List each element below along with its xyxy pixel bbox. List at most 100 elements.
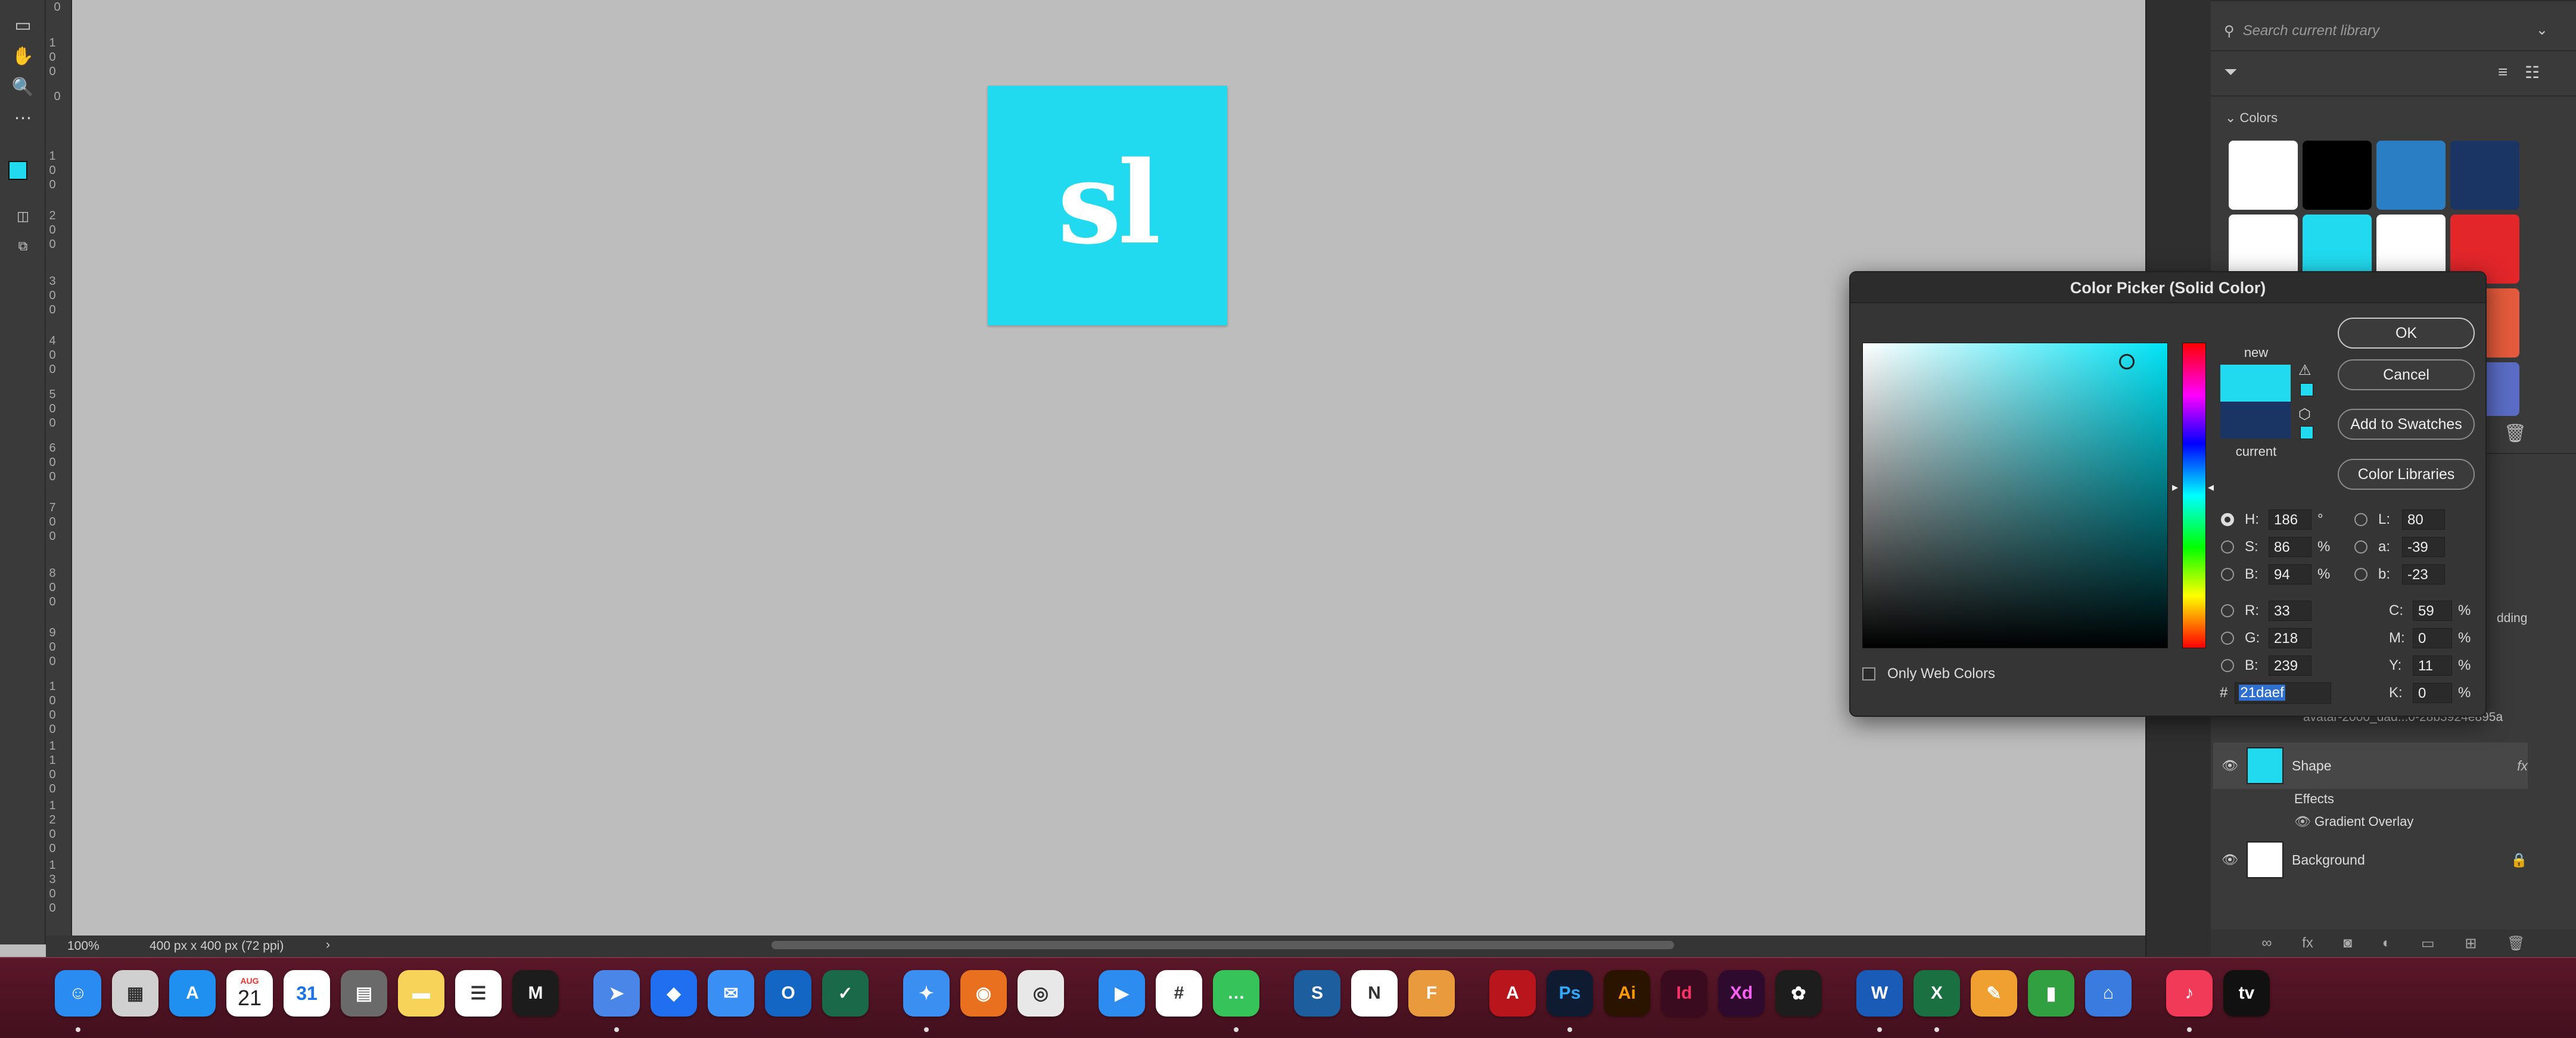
red-input[interactable]: 33: [2269, 601, 2311, 621]
dock-mail-icon[interactable]: ✉: [708, 970, 754, 1017]
dock-notion-icon[interactable]: N: [1351, 970, 1398, 1017]
filter-icon[interactable]: ⏷: [2224, 63, 2237, 82]
lab-l-input[interactable]: 80: [2402, 509, 2445, 530]
cyan-input[interactable]: 59: [2413, 601, 2452, 621]
ok-button[interactable]: OK: [2338, 318, 2475, 349]
hue-input[interactable]: 186: [2269, 509, 2311, 530]
layer-shape[interactable]: 👁 Shape fx: [2213, 742, 2528, 789]
dock-numbers-icon[interactable]: ▮: [2028, 970, 2074, 1017]
dock-mimestream-icon[interactable]: M: [512, 970, 559, 1017]
lab-l-radio[interactable]: [2354, 513, 2367, 526]
lab-a-input[interactable]: -39: [2402, 537, 2445, 557]
saturation-brightness-field[interactable]: [1862, 343, 2168, 648]
more-tools-icon[interactable]: ⋯: [10, 105, 36, 132]
dock-firefox-icon[interactable]: ◉: [960, 970, 1007, 1017]
current-color-swatch[interactable]: [2220, 402, 2291, 439]
dock-indesign-icon[interactable]: Id: [1661, 970, 1707, 1017]
blue-radio[interactable]: [2221, 659, 2234, 672]
list-view-icon[interactable]: ☷: [2525, 63, 2540, 82]
zoom-level[interactable]: 100%: [67, 939, 99, 953]
dock-calculator-icon[interactable]: ▤: [341, 970, 387, 1017]
black-input[interactable]: 0: [2413, 683, 2452, 703]
dock-app-store-icon[interactable]: A: [169, 970, 216, 1017]
library-search[interactable]: ⚲ Search current library ⌄: [2224, 18, 2548, 44]
dock-safari-icon[interactable]: ✦: [903, 970, 950, 1017]
hand-tool-icon[interactable]: ✋: [10, 43, 36, 70]
dock-dropbox-icon[interactable]: ◆: [651, 970, 697, 1017]
sort-icon[interactable]: ≡: [2498, 63, 2507, 82]
dock-reminders-icon[interactable]: ☰: [455, 970, 502, 1017]
dock-word-icon[interactable]: W: [1856, 970, 1903, 1017]
library-swatch[interactable]: [2303, 141, 2372, 210]
adjustment-icon[interactable]: ◐: [2382, 935, 2391, 952]
dock-figma-icon[interactable]: ✿: [1775, 970, 1822, 1017]
dock-calendar-icon[interactable]: AUG 21: [226, 970, 273, 1017]
layer-effect-gradient-overlay[interactable]: 👁 Gradient Overlay: [2294, 814, 2413, 829]
horizontal-scrollbar[interactable]: [771, 941, 1674, 949]
hue-slider-handle-right[interactable]: ◂: [2208, 480, 2214, 495]
fx-icon[interactable]: fx: [2302, 935, 2313, 952]
green-input[interactable]: 218: [2269, 628, 2311, 648]
artwork-shape[interactable]: sl: [988, 86, 1227, 325]
magenta-input[interactable]: 0: [2413, 628, 2452, 648]
only-web-colors-option[interactable]: Only Web Colors: [1862, 666, 1995, 682]
chevron-down-icon[interactable]: ⌄: [2536, 21, 2548, 39]
mask-icon[interactable]: ◙: [2344, 935, 2353, 952]
dock-notes-icon[interactable]: ▬: [398, 970, 444, 1017]
dock-excel-icon[interactable]: X: [1914, 970, 1960, 1017]
trash-icon[interactable]: 🗑: [2504, 424, 2527, 443]
quick-mask-icon[interactable]: ◫: [10, 203, 36, 229]
eye-icon[interactable]: 👁: [2294, 814, 2314, 829]
color-cursor[interactable]: [2119, 354, 2135, 369]
red-radio[interactable]: [2221, 604, 2234, 617]
dock-messages-icon[interactable]: …: [1213, 970, 1259, 1017]
library-swatch[interactable]: [2376, 141, 2446, 210]
only-web-colors-checkbox[interactable]: [1862, 667, 1875, 680]
library-swatch[interactable]: [2229, 141, 2298, 210]
dock-pages-pen-icon[interactable]: ✎: [1971, 970, 2017, 1017]
folder-icon[interactable]: ▭: [2421, 935, 2435, 952]
dock-maps-arrow-icon[interactable]: ➤: [593, 970, 640, 1017]
brightness-input[interactable]: 94: [2269, 564, 2311, 585]
colors-section-label[interactable]: ⌄ Colors: [2225, 110, 2278, 126]
lock-icon[interactable]: 🔒: [2510, 852, 2528, 868]
yellow-input[interactable]: 11: [2413, 655, 2452, 676]
gamut-correction-swatch[interactable]: [2300, 383, 2313, 396]
eye-icon[interactable]: 👁: [2213, 758, 2247, 773]
dock-google-calendar-icon[interactable]: 31: [284, 970, 330, 1017]
cancel-button[interactable]: Cancel: [2338, 359, 2475, 390]
hue-radio[interactable]: [2221, 513, 2234, 526]
saturation-input[interactable]: 86: [2269, 537, 2311, 557]
brightness-radio[interactable]: [2221, 568, 2234, 581]
dock-sketchup-icon[interactable]: S: [1294, 970, 1340, 1017]
dock-keynote-icon[interactable]: ⌂: [2085, 970, 2132, 1017]
lab-b-radio[interactable]: [2354, 568, 2367, 581]
status-menu-arrow[interactable]: ›: [326, 938, 330, 952]
saturation-radio[interactable]: [2221, 540, 2234, 554]
dock-launchpad-icon[interactable]: ▦: [112, 970, 158, 1017]
dock-finder-icon[interactable]: ☺: [55, 970, 101, 1017]
green-radio[interactable]: [2221, 632, 2234, 645]
dock-music-icon[interactable]: ♪: [2166, 970, 2213, 1017]
dock-zoom-icon[interactable]: ▶: [1099, 970, 1145, 1017]
zoom-tool-icon[interactable]: 🔍: [10, 74, 36, 101]
web-safe-swatch[interactable]: [2300, 426, 2313, 439]
dock-vectorworks-icon[interactable]: ✓: [822, 970, 869, 1017]
rectangle-tool-icon[interactable]: ▭: [10, 12, 36, 39]
dock-photoshop-icon[interactable]: Ps: [1547, 970, 1593, 1017]
hue-slider[interactable]: [2182, 343, 2206, 648]
trash-icon[interactable]: 🗑: [2507, 935, 2525, 952]
hue-slider-handle-left[interactable]: ▸: [2172, 480, 2178, 495]
library-swatch[interactable]: [2450, 141, 2519, 210]
web-safe-cube-icon[interactable]: ⬡: [2298, 406, 2311, 423]
dock-tv-icon[interactable]: tv: [2223, 970, 2270, 1017]
dock-chrome-icon[interactable]: ◎: [1018, 970, 1064, 1017]
fx-icon[interactable]: fx: [2517, 758, 2528, 774]
foreground-color-icon[interactable]: [8, 161, 27, 180]
dock-slack-icon[interactable]: #: [1156, 970, 1202, 1017]
screen-mode-icon[interactable]: ⧉: [10, 232, 36, 259]
new-layer-icon[interactable]: ⊞: [2465, 935, 2477, 952]
color-libraries-button[interactable]: Color Libraries: [2338, 459, 2475, 490]
add-to-swatches-button[interactable]: Add to Swatches: [2338, 409, 2475, 440]
eye-icon[interactable]: 👁: [2213, 852, 2247, 868]
